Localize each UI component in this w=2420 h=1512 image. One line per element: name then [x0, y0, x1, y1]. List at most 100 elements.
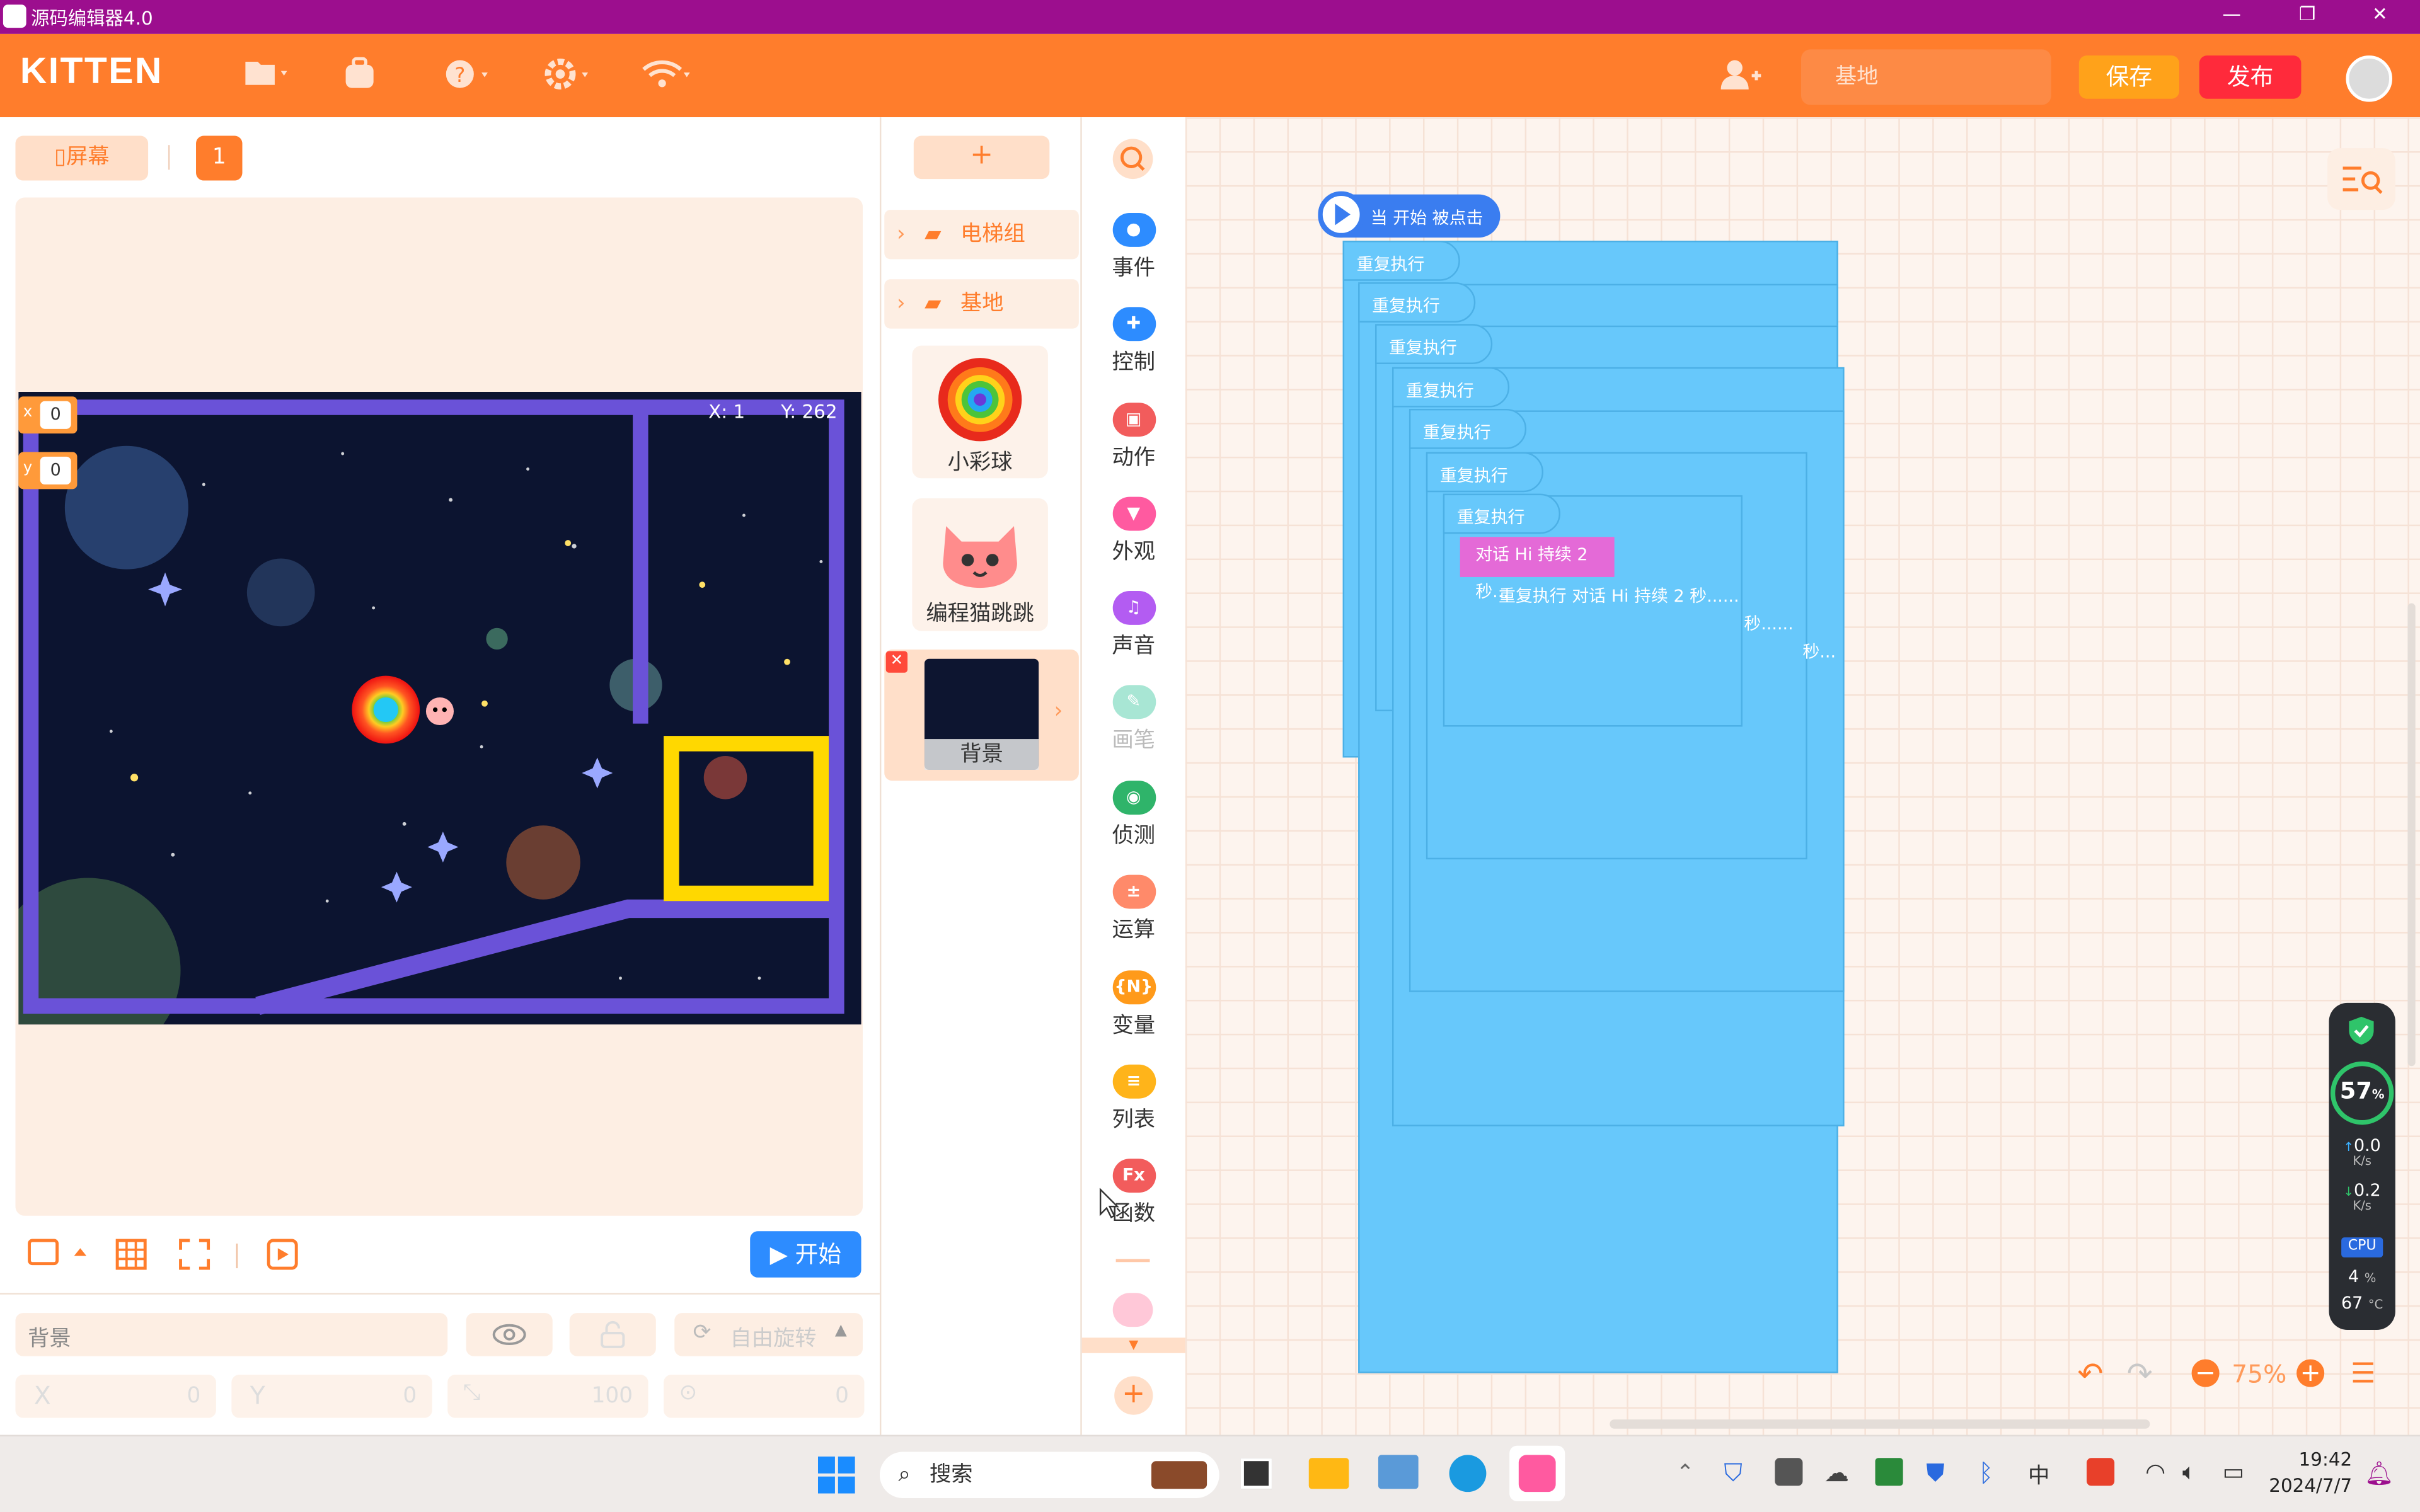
size-field[interactable]: ⤡ 100 [447, 1375, 648, 1418]
download-speed: ↓0.2 [2343, 1180, 2381, 1201]
close-button[interactable]: ✕ [2365, 3, 2395, 25]
extension-icon[interactable] [1112, 1293, 1153, 1327]
fullscreen-icon[interactable] [178, 1237, 212, 1279]
search-icon[interactable] [1112, 139, 1153, 180]
group-elevator[interactable]: › ▰ 电梯组 [884, 210, 1079, 260]
tray-app-icon[interactable] [1775, 1458, 1803, 1486]
sprite-name-field[interactable]: 背景 [15, 1313, 448, 1356]
repeat-header-3[interactable]: 重复执行 [1375, 324, 1493, 364]
category-functions[interactable]: Fx 函数 [1082, 1159, 1185, 1228]
category-sensing[interactable]: ◉ 侦测 [1082, 781, 1185, 850]
add-sprite-button[interactable]: + [913, 135, 1050, 180]
backpack-icon[interactable] [343, 57, 377, 99]
category-pen[interactable]: ✎ 画笔 [1082, 685, 1185, 754]
nvidia-icon[interactable] [1875, 1458, 1903, 1486]
lock-toggle[interactable] [569, 1313, 656, 1356]
visibility-toggle[interactable] [466, 1313, 553, 1356]
group-base[interactable]: › ▰ 基地 [884, 279, 1079, 329]
help-icon[interactable]: ? [444, 57, 493, 99]
category-control[interactable]: ✚ 控制 [1082, 307, 1185, 376]
sprite-card-ball[interactable]: 小彩球 [912, 345, 1048, 479]
event-icon: ● [1112, 212, 1156, 247]
repeat-header-7[interactable]: 重复执行 [1443, 493, 1560, 534]
tab-screen[interactable]: ▯屏幕 [15, 135, 149, 181]
file-explorer-icon[interactable] [1308, 1458, 1349, 1489]
undo-icon[interactable]: ↶ [2077, 1354, 2103, 1392]
say-block[interactable]: 对话 Hi 持续 2 秒... [1460, 537, 1615, 602]
repeat-header-4[interactable]: 重复执行 [1392, 367, 1510, 408]
edge-icon[interactable] [1449, 1455, 1487, 1492]
cpu-temp: 67 °C [2341, 1293, 2383, 1314]
settings-icon[interactable] [543, 57, 592, 99]
x-field[interactable]: X 0 [15, 1375, 216, 1418]
defender-icon[interactable]: ⛊ [1926, 1458, 1944, 1489]
when-start-clicked-block[interactable]: 当 开始 被点击 [1318, 191, 1501, 238]
clock-date[interactable]: 2024/7/7 [2259, 1475, 2352, 1496]
looks-icon: ▼ [1112, 496, 1156, 531]
redo-icon[interactable]: ↷ [2127, 1354, 2153, 1392]
coding-cat-icon [943, 526, 1017, 588]
category-lists[interactable]: ≡ 列表 [1082, 1064, 1185, 1134]
add-user-icon[interactable] [1719, 57, 1763, 99]
restore-button[interactable]: ❐ [2292, 3, 2323, 25]
category-events[interactable]: ● 事件 [1082, 212, 1185, 282]
wifi-icon[interactable] [640, 57, 696, 99]
photos-icon[interactable] [1378, 1455, 1419, 1489]
notification-bell-icon[interactable]: 🔔︎ [2365, 1460, 2394, 1487]
zoom-in-button[interactable]: + [2296, 1359, 2325, 1387]
align-blocks-icon[interactable]: ☰ [2351, 1358, 2376, 1390]
code-editor-taskbar-icon[interactable] [1509, 1445, 1565, 1501]
chevron-right-icon[interactable]: › [1054, 699, 1063, 723]
cpu-usage: 4 % [2348, 1266, 2377, 1287]
start-button[interactable]: ▶ 开始 [750, 1231, 861, 1278]
minimize-button[interactable]: — [2216, 3, 2247, 25]
taskbar-search[interactable]: ⌕ 搜索 [879, 1452, 1219, 1498]
sprite-card-background[interactable]: ✕ 背景 › [884, 650, 1079, 781]
script-search-icon[interactable] [2327, 148, 2395, 210]
avatar[interactable] [2346, 55, 2392, 102]
stage-size-icon[interactable] [28, 1237, 89, 1276]
sprite-card-cat[interactable]: 编程猫跳跳 [912, 498, 1048, 631]
add-extension-icon[interactable]: + [1114, 1376, 1153, 1415]
clock-time[interactable]: 19:42 [2275, 1449, 2353, 1470]
volume-icon[interactable]: 🔈︎ [2182, 1458, 2196, 1486]
project-name-input[interactable]: 基地 [1801, 49, 2051, 105]
scroll-down-icon[interactable]: ▼ [1081, 1337, 1185, 1353]
y-field[interactable]: Y 0 [231, 1375, 432, 1418]
repeat-header-5[interactable]: 重复执行 [1409, 408, 1527, 449]
delete-icon[interactable]: ✕ [885, 651, 908, 673]
app-header: KITTEN ? 基地 保存 发布 [0, 33, 2420, 118]
repeat-header-6[interactable]: 重复执行 [1426, 452, 1543, 493]
category-motion[interactable]: ▣ 动作 [1082, 403, 1185, 472]
bluetooth-icon[interactable]: ᛒ [1979, 1458, 1994, 1487]
grid-icon[interactable] [114, 1237, 148, 1279]
wps-icon[interactable] [2087, 1458, 2115, 1486]
save-button[interactable]: 保存 [2078, 55, 2179, 99]
cloud-icon[interactable]: ☁ [1824, 1458, 1849, 1487]
code-workspace[interactable]: 重复执行 重复执行 重复执行 重复执行 重复执行 重复执行 重复执行 对话 Hi… [1185, 117, 2420, 1435]
rotation-mode-select[interactable]: ⟳ 自由旋转 ▲ [674, 1313, 863, 1356]
ime-indicator[interactable]: 中 [2028, 1460, 2049, 1491]
wifi-icon[interactable]: ◠ [2145, 1458, 2165, 1486]
publish-button[interactable]: 发布 [2199, 55, 2302, 99]
task-view-icon[interactable] [1240, 1458, 1272, 1489]
tab-screen-1[interactable]: 1 [196, 135, 243, 181]
stage-canvas[interactable]: X: 1 Y: 262 [18, 392, 861, 1025]
repeat-header-1[interactable]: 重复执行 [1342, 241, 1460, 281]
start-menu-icon[interactable] [817, 1456, 855, 1500]
vertical-scrollbar[interactable] [2407, 603, 2416, 1067]
record-icon[interactable] [265, 1237, 299, 1279]
horizontal-scrollbar[interactable] [1610, 1419, 2150, 1429]
repeat-header-2[interactable]: 重复执行 [1358, 282, 1476, 323]
category-variables[interactable]: {N} 变量 [1082, 970, 1185, 1040]
battery-icon[interactable]: ▭ [2223, 1458, 2245, 1486]
category-looks[interactable]: ▼ 外观 [1082, 496, 1185, 566]
y-monitor: y 0 [18, 452, 78, 490]
category-sound[interactable]: ♫ 声音 [1082, 590, 1185, 660]
category-operators[interactable]: ± 运算 [1082, 874, 1185, 944]
security-tray-icon[interactable]: ⛉ [1724, 1458, 1743, 1489]
folder-icon[interactable] [244, 57, 290, 96]
tray-chevron-icon[interactable]: ⌃ [1676, 1461, 1695, 1486]
zoom-out-button[interactable]: − [2191, 1359, 2220, 1387]
direction-field[interactable]: ⊙ 0 [664, 1375, 865, 1418]
